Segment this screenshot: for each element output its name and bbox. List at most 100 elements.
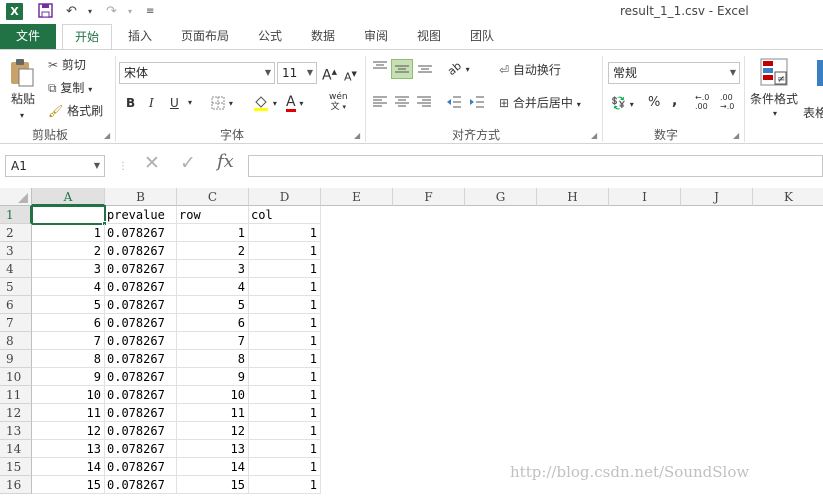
- conditional-formatting-icon[interactable]: ≠: [760, 58, 788, 90]
- tab-insert[interactable]: 插入: [118, 24, 162, 49]
- cell[interactable]: 0.078267: [105, 314, 177, 332]
- cell[interactable]: 1: [249, 422, 321, 440]
- font-launcher-icon[interactable]: ◢: [354, 128, 360, 144]
- cell[interactable]: 6: [32, 314, 105, 332]
- cell[interactable]: 1: [249, 296, 321, 314]
- tab-data[interactable]: 数据: [301, 24, 345, 49]
- row-header[interactable]: 12: [0, 404, 32, 422]
- cell[interactable]: 15: [32, 476, 105, 494]
- cell[interactable]: 10: [177, 386, 249, 404]
- increase-decimal-icon[interactable]: ←.0.00: [695, 93, 709, 111]
- undo-icon[interactable]: ↶: [66, 3, 77, 20]
- cell[interactable]: 1: [249, 224, 321, 242]
- cell[interactable]: 2: [177, 242, 249, 260]
- redo-dropdown-icon[interactable]: ▾: [128, 3, 132, 20]
- cell[interactable]: 14: [32, 458, 105, 476]
- cell[interactable]: 3: [177, 260, 249, 278]
- column-header[interactable]: I: [609, 188, 681, 206]
- number-format-select[interactable]: 常规 ▼: [608, 62, 740, 84]
- alignment-launcher-icon[interactable]: ◢: [591, 128, 597, 144]
- column-header[interactable]: B: [105, 188, 177, 206]
- cell[interactable]: 0.078267: [105, 260, 177, 278]
- row-header[interactable]: 3: [0, 242, 32, 260]
- fill-color-button[interactable]: ▾: [253, 94, 277, 112]
- row-header[interactable]: 10: [0, 368, 32, 386]
- name-box[interactable]: A1 ▼: [5, 155, 105, 177]
- orientation-icon[interactable]: ab ▾: [445, 59, 469, 78]
- row-header[interactable]: 16: [0, 476, 32, 494]
- formula-input[interactable]: [248, 155, 823, 177]
- cell[interactable]: 1: [249, 278, 321, 296]
- row-header[interactable]: 2: [0, 224, 32, 242]
- tab-page-layout[interactable]: 页面布局: [170, 24, 240, 49]
- row-header[interactable]: 7: [0, 314, 32, 332]
- bold-button[interactable]: B: [126, 95, 135, 111]
- cell[interactable]: 1: [32, 224, 105, 242]
- cell[interactable]: 1: [249, 440, 321, 458]
- cell[interactable]: 1: [249, 476, 321, 494]
- paste-button[interactable]: [9, 58, 35, 88]
- cell[interactable]: 0.078267: [105, 476, 177, 494]
- decrease-font-size-icon[interactable]: A▼: [344, 66, 357, 86]
- insert-function-button[interactable]: fx: [217, 153, 234, 171]
- cell[interactable]: 1: [249, 332, 321, 350]
- increase-indent-icon[interactable]: [469, 95, 485, 113]
- cell[interactable]: 13: [32, 440, 105, 458]
- row-header[interactable]: 15: [0, 458, 32, 476]
- cell[interactable]: 1: [249, 242, 321, 260]
- cell[interactable]: 9: [177, 368, 249, 386]
- underline-dropdown-icon[interactable]: ▾: [188, 95, 192, 111]
- select-all-button[interactable]: [0, 188, 32, 206]
- percent-style-button[interactable]: %: [648, 95, 660, 111]
- cell[interactable]: 1: [249, 368, 321, 386]
- align-center-icon[interactable]: [394, 95, 410, 113]
- cell[interactable]: 11: [177, 404, 249, 422]
- conditional-formatting-label[interactable]: 条件格式: [750, 91, 798, 107]
- cell[interactable]: 2: [32, 242, 105, 260]
- cell[interactable]: 14: [177, 458, 249, 476]
- cell[interactable]: 1: [249, 260, 321, 278]
- cell[interactable]: 0.078267: [105, 224, 177, 242]
- cut-button[interactable]: ✂ 剪切: [48, 57, 86, 73]
- cell[interactable]: 8: [32, 350, 105, 368]
- chevron-down-icon[interactable]: ▼: [94, 156, 100, 176]
- row-header[interactable]: 8: [0, 332, 32, 350]
- format-as-table-label[interactable]: 表格: [803, 105, 823, 121]
- italic-button[interactable]: I: [149, 95, 154, 111]
- cell[interactable]: 11: [32, 404, 105, 422]
- column-header[interactable]: E: [321, 188, 393, 206]
- increase-font-size-icon[interactable]: A▲: [322, 64, 337, 84]
- tab-formulas[interactable]: 公式: [248, 24, 292, 49]
- cell[interactable]: 7: [177, 332, 249, 350]
- column-header[interactable]: C: [177, 188, 249, 206]
- cell[interactable]: 5: [177, 296, 249, 314]
- column-header[interactable]: H: [537, 188, 609, 206]
- cell[interactable]: 4: [32, 278, 105, 296]
- cell[interactable]: 13: [177, 440, 249, 458]
- redo-icon[interactable]: ↷: [106, 3, 117, 20]
- conditional-dropdown-icon[interactable]: ▾: [773, 106, 777, 122]
- cell[interactable]: 12: [32, 422, 105, 440]
- copy-button[interactable]: ⧉ 复制 ▾: [48, 80, 92, 98]
- tab-review[interactable]: 审阅: [354, 24, 398, 49]
- row-header[interactable]: 5: [0, 278, 32, 296]
- font-size-select[interactable]: 11 ▼: [277, 62, 317, 84]
- cell[interactable]: 1: [249, 314, 321, 332]
- column-header[interactable]: J: [681, 188, 753, 206]
- column-header[interactable]: D: [249, 188, 321, 206]
- tab-home[interactable]: 开始: [62, 24, 112, 50]
- borders-button[interactable]: ▾: [211, 94, 233, 112]
- enter-icon[interactable]: ✓: [180, 154, 196, 173]
- cell[interactable]: 0.078267: [105, 296, 177, 314]
- align-right-icon[interactable]: [416, 95, 432, 113]
- cell[interactable]: 1: [249, 386, 321, 404]
- cell[interactable]: 1: [249, 458, 321, 476]
- format-painter-button[interactable]: 🖌 格式刷: [48, 103, 103, 119]
- cell[interactable]: 1: [249, 350, 321, 368]
- cell[interactable]: 0.078267: [105, 332, 177, 350]
- number-launcher-icon[interactable]: ◢: [733, 128, 739, 144]
- cell[interactable]: 0.078267: [105, 422, 177, 440]
- bottom-align-icon[interactable]: [417, 60, 433, 78]
- cell[interactable]: 5: [32, 296, 105, 314]
- cell[interactable]: 4: [177, 278, 249, 296]
